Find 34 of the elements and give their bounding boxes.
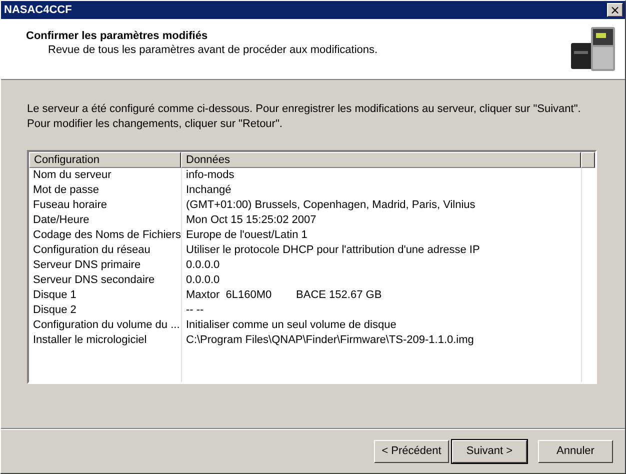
table-cell-text: Initialiser comme un seul volume de disque [185, 318, 398, 333]
table-cell-text: Utiliser le protocole DHCP pour l'attribution d'une adresse IP [185, 243, 481, 258]
table-cell-text: Date/Heure [32, 213, 90, 228]
column-header[interactable]: Configuration [29, 152, 181, 168]
table-cell-text: Nom du serveur [32, 168, 112, 183]
table-cell-text: Maxtor 6L160M0 BACE 152.67 GB [185, 288, 383, 303]
table-cell-text: Europe de l'ouest/Latin 1 [185, 228, 308, 243]
close-button[interactable]: × [607, 3, 623, 17]
table-cell-text: Fuseau horaire [32, 198, 108, 213]
table-cell-text: Mot de passe [32, 183, 100, 198]
table-cell-text: Disque 1 [32, 288, 78, 303]
table-cell-text: info-mods [185, 168, 236, 183]
window-title: NASAC4CCF [4, 4, 72, 16]
table-cell-text: 0.0.0.0 [185, 258, 221, 273]
table-cell-text: Disque 2 [32, 303, 78, 318]
table-cell-text: C:\Program Files\QNAP\Finder\Firmware\TS-209-1.1.0.img [185, 333, 475, 348]
table-cell-text: Installer le micrologiciel [32, 333, 148, 348]
page-subtitle: Revue de tous les paramètres avant de procéder aux modifications. [47, 44, 378, 56]
dialog-button[interactable]: Annuler [538, 440, 613, 462]
page-title: Confirmer les paramètres modifiés [26, 30, 209, 42]
table-cell-text: 0.0.0.0 [185, 273, 221, 288]
dialog-button[interactable]: < Précédent [374, 440, 449, 462]
table-cell-text: Configuration du réseau [32, 243, 152, 258]
column-header[interactable]: Données [181, 152, 581, 168]
table-cell-text: Inchangé [185, 183, 232, 198]
table-cell-text: -- -- [185, 303, 205, 318]
instruction-text: Le serveur a été configuré comme ci-dessous. Pour enregistrer les modifications au serveur, cliquer sur "Suivant". Pour modifier les changements, cliquer sur "Retour". [27, 102, 582, 132]
table-cell-text: (GMT+01:00) Brussels, Copenhagen, Madrid, Paris, Vilnius [185, 198, 476, 213]
table-cell-text: Mon Oct 15 15:25:02 2007 [185, 213, 318, 228]
table-cell-text: Configuration du volume du ... [32, 318, 181, 333]
table-cell-text: Serveur DNS primaire [32, 258, 142, 273]
dialog-button[interactable]: Suivant > [452, 440, 527, 462]
table-cell-text: Codage des Noms de Fichiers [32, 228, 182, 243]
table-cell-text: Serveur DNS secondaire [32, 273, 156, 288]
